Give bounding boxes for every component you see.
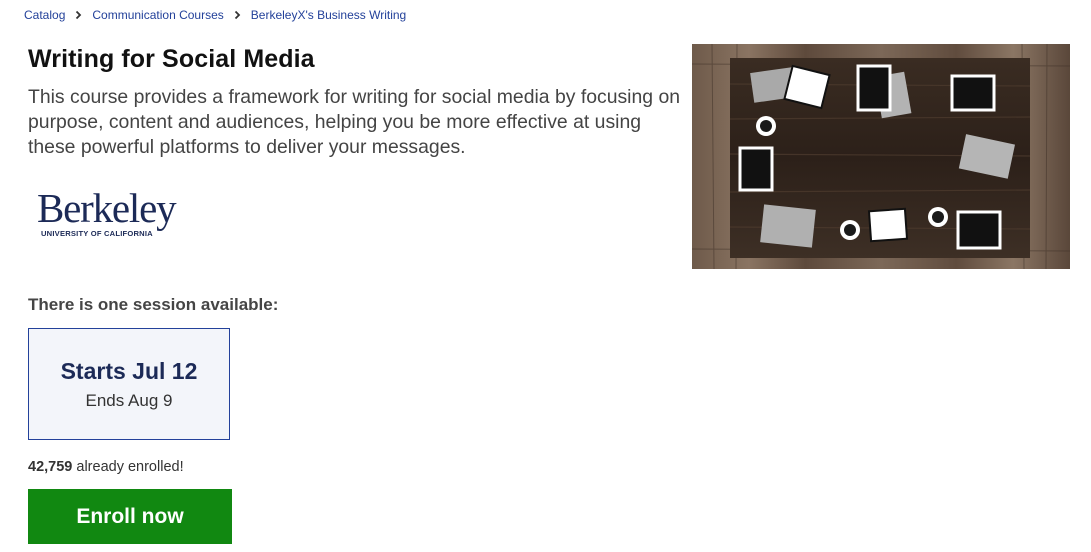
enrolled-suffix: already enrolled! (72, 459, 184, 475)
session-end-date: Ends Aug 9 (85, 391, 173, 410)
sessions-heading: There is one session available: (28, 295, 279, 314)
chevron-right-icon (74, 10, 83, 20)
enrollment-count: 42,759 already enrolled! (28, 459, 184, 475)
breadcrumb-program-link[interactable]: BerkeleyX's Business Writing (251, 8, 406, 22)
session-start-date: Starts Jul 12 (60, 358, 198, 384)
course-description: This course provides a framework for wri… (28, 86, 681, 158)
berkeley-logo: Berkeley UNIVERSITY OF CALIFORNIA (36, 188, 196, 244)
course-page: Catalog Communication Courses BerkeleyX'… (0, 0, 1091, 552)
breadcrumb-communication-courses-link[interactable]: Communication Courses (92, 8, 223, 22)
session-card[interactable]: Starts Jul 12 Ends Aug 9 (28, 328, 230, 440)
chevron-right-icon (233, 10, 242, 20)
logo-subtitle: UNIVERSITY OF CALIFORNIA (41, 229, 153, 238)
logo-wordmark: Berkeley (37, 185, 177, 231)
breadcrumb: Catalog Communication Courses BerkeleyX'… (24, 8, 406, 22)
breadcrumb-catalog-link[interactable]: Catalog (24, 8, 65, 22)
enroll-now-button[interactable]: Enroll now (28, 489, 232, 544)
enrolled-number: 42,759 (28, 459, 73, 475)
course-title: Writing for Social Media (28, 45, 315, 73)
course-image (692, 44, 1070, 269)
